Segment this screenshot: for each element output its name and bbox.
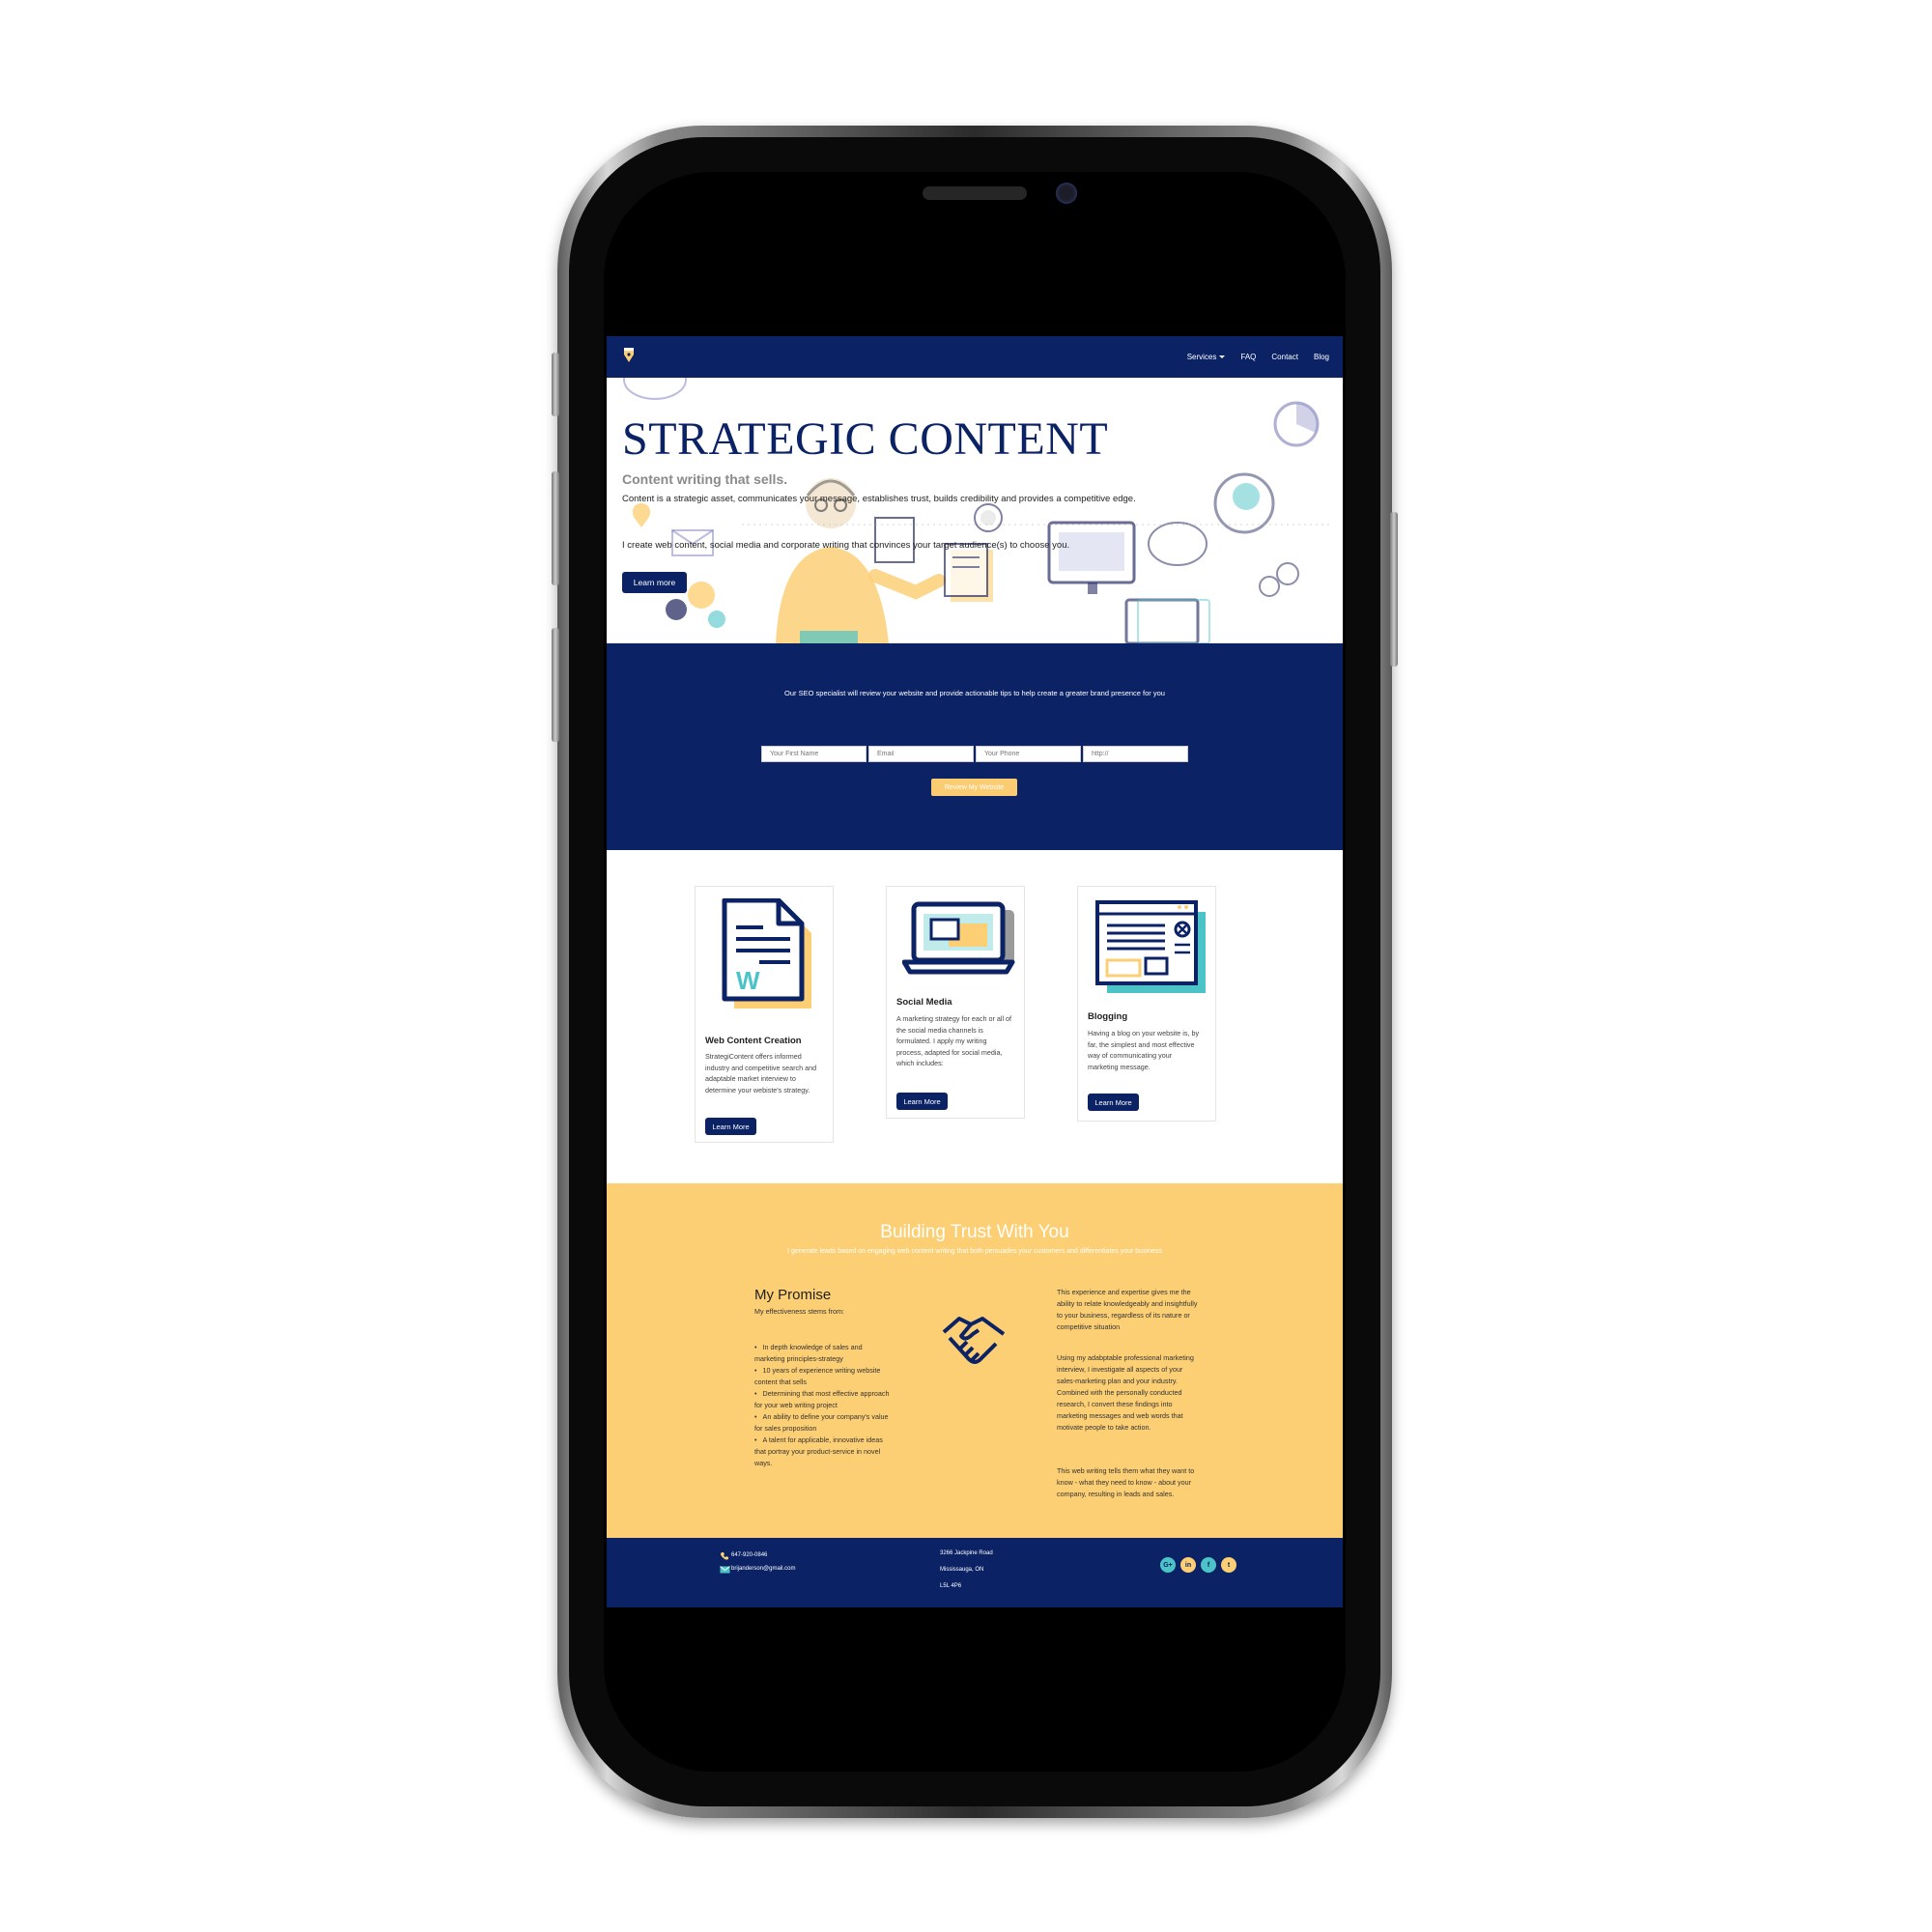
document-w-icon: W bbox=[722, 898, 811, 1009]
volume-up-button bbox=[552, 471, 559, 585]
seo-text: Our SEO specialist will review your webs… bbox=[784, 689, 1165, 697]
seo-form bbox=[761, 746, 1188, 762]
service-card-blogging: Blogging Having a blog on your website i… bbox=[1077, 886, 1216, 1122]
website-screen: Services FAQ Contact Blog STRATEGIC CONT… bbox=[607, 336, 1343, 1607]
hero-paragraph-1: Content is a strategic asset, communicat… bbox=[622, 494, 1136, 504]
footer-address-line-2: Mississauga, ON bbox=[940, 1567, 984, 1573]
blog-window-icon bbox=[1095, 900, 1206, 993]
services-section: W Web Content Creation StrategiContent o… bbox=[607, 850, 1343, 1183]
caret-down-icon bbox=[1219, 355, 1226, 359]
footer-email[interactable]: brijanderson@gmail.com bbox=[731, 1566, 795, 1572]
power-button bbox=[1390, 512, 1398, 667]
google-plus-icon[interactable]: G+ bbox=[1160, 1557, 1176, 1573]
twitter-icon[interactable]: t bbox=[1221, 1557, 1236, 1573]
nav-services[interactable]: Services bbox=[1187, 353, 1226, 361]
building-trust-section: Building Trust With You I generate leads… bbox=[607, 1183, 1343, 1538]
social-media-learn-more-button[interactable]: Learn More bbox=[896, 1093, 948, 1110]
trust-title: Building Trust With You bbox=[880, 1222, 1069, 1242]
review-website-button[interactable]: Review My Website bbox=[931, 779, 1017, 796]
card-title: Social Media bbox=[896, 997, 952, 1008]
earpiece-speaker bbox=[923, 186, 1027, 200]
pen-nib-logo-icon[interactable] bbox=[622, 347, 636, 364]
website-url-input[interactable] bbox=[1083, 746, 1188, 762]
card-text: A marketing strategy for each or all of … bbox=[896, 1014, 1012, 1067]
hero-paragraph-2: I create web content, social media and c… bbox=[622, 540, 1070, 551]
phone-icon bbox=[721, 1552, 728, 1560]
card-text: StrategiContent offers informed industry… bbox=[705, 1052, 817, 1094]
card-title: Web Content Creation bbox=[705, 1036, 802, 1046]
first-name-input[interactable] bbox=[761, 746, 867, 762]
svg-text:W: W bbox=[736, 966, 760, 995]
list-item: A talent for applicable, innovative idea… bbox=[754, 1435, 892, 1469]
web-content-learn-more-button[interactable]: Learn More bbox=[705, 1118, 756, 1135]
hero-learn-more-button[interactable]: Learn more bbox=[622, 572, 687, 593]
email-input[interactable] bbox=[868, 746, 974, 762]
footer: 647-920-0846 brijanderson@gmail.com 3266… bbox=[607, 1538, 1343, 1607]
trust-paragraph-2: Using my adabptable professional marketi… bbox=[1057, 1353, 1194, 1432]
list-item: In depth knowledge of sales and marketin… bbox=[754, 1342, 892, 1365]
trust-subtitle: I generate leads based on engaging web c… bbox=[787, 1248, 1162, 1255]
promise-subtitle: My effectiveness stems from: bbox=[754, 1307, 844, 1316]
list-item: An ability to define your company's valu… bbox=[754, 1411, 892, 1435]
card-title: Blogging bbox=[1088, 1011, 1128, 1022]
nav-links: Services FAQ Contact Blog bbox=[1187, 336, 1329, 378]
laptop-icon bbox=[902, 901, 1015, 975]
footer-address-line-3: L5L 4P6 bbox=[940, 1583, 962, 1589]
promise-list: In depth knowledge of sales and marketin… bbox=[754, 1342, 892, 1469]
seo-review-section: Our SEO specialist will review your webs… bbox=[607, 643, 1343, 850]
front-camera bbox=[1056, 183, 1077, 204]
list-item: 10 years of experience writing website c… bbox=[754, 1365, 892, 1388]
hero-subtitle: Content writing that sells. bbox=[622, 471, 788, 487]
handshake-icon bbox=[942, 1317, 1006, 1364]
trust-paragraph-3: This web writing tells them what they wa… bbox=[1057, 1466, 1195, 1498]
footer-address-line-1: 3266 Jackpine Road bbox=[940, 1550, 993, 1556]
footer-phone[interactable]: 647-920-0846 bbox=[731, 1552, 767, 1558]
service-card-web-content: W Web Content Creation StrategiContent o… bbox=[695, 886, 834, 1143]
card-text: Having a blog on your website is, by far… bbox=[1088, 1029, 1200, 1071]
email-icon bbox=[720, 1566, 730, 1574]
nav-services-label: Services bbox=[1186, 353, 1217, 361]
nav-contact[interactable]: Contact bbox=[1271, 353, 1298, 361]
blogging-learn-more-button[interactable]: Learn More bbox=[1088, 1094, 1139, 1111]
hero-title: STRATEGIC CONTENT bbox=[622, 413, 1109, 465]
trust-paragraph-1: This experience and expertise gives me t… bbox=[1057, 1288, 1198, 1331]
linkedin-icon[interactable]: in bbox=[1180, 1557, 1196, 1573]
navbar: Services FAQ Contact Blog bbox=[607, 336, 1343, 378]
promise-heading: My Promise bbox=[754, 1287, 832, 1303]
list-item: Determining that most effective approach… bbox=[754, 1388, 892, 1411]
facebook-icon[interactable]: f bbox=[1201, 1557, 1216, 1573]
service-card-social-media: Social Media A marketing strategy for ea… bbox=[886, 886, 1025, 1119]
volume-down-button bbox=[552, 628, 559, 742]
nav-faq[interactable]: FAQ bbox=[1240, 353, 1256, 361]
hero-section: STRATEGIC CONTENT Content writing that s… bbox=[607, 378, 1343, 643]
mute-switch bbox=[552, 353, 559, 416]
phone-input[interactable] bbox=[976, 746, 1081, 762]
nav-blog[interactable]: Blog bbox=[1314, 353, 1329, 361]
